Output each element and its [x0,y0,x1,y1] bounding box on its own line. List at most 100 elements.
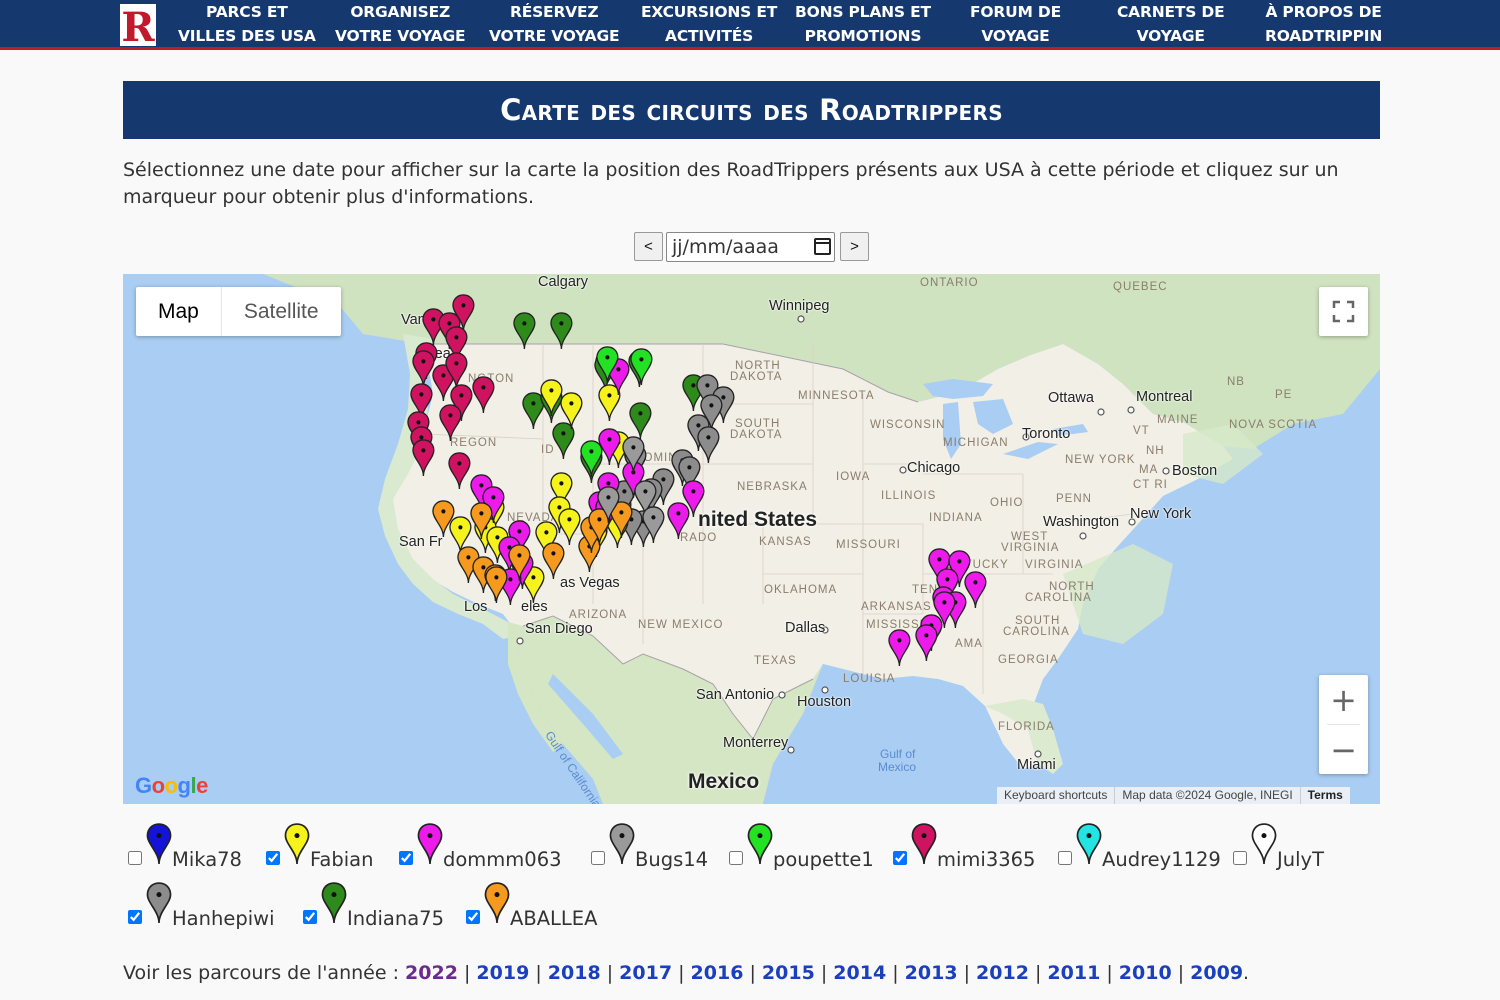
nav-item-line1: À PROPOS DE [1265,3,1382,21]
map-marker-mimi3365[interactable] [412,350,435,388]
years-prefix: Voir les parcours de l'année : [123,962,406,984]
map-marker-dommm063[interactable] [964,571,987,609]
zoom-out-button[interactable]: − [1319,725,1368,774]
nav-item-3[interactable]: EXCURSIONS ET ACTIVITÉS [641,0,777,48]
map-marker-indiana75[interactable] [629,402,652,440]
fullscreen-button[interactable] [1319,287,1368,336]
map-marker-fabian[interactable] [540,379,563,417]
year-link-2016[interactable]: 2016 [691,962,744,984]
year-separator: | [672,962,691,984]
map-attribution: Keyboard shortcuts Map data ©2024 Google… [997,787,1350,804]
legend-checkbox[interactable] [128,851,142,865]
year-separator: | [1100,962,1119,984]
map-type-map-button[interactable]: Map [136,287,222,336]
nav-item-2[interactable]: RÉSERVEZ VOTRE VOYAGE [489,0,620,48]
legend-name: Indiana75 [347,907,444,930]
year-separator: | [814,962,834,984]
map-marker-poupette1[interactable] [630,348,653,386]
legend-checkbox[interactable] [591,851,605,865]
legend-name: Bugs14 [635,848,709,871]
calendar-icon[interactable] [814,238,831,255]
map-marker-poupette1[interactable] [580,440,603,478]
map-marker-aballea[interactable] [542,542,565,580]
map-marker-dommm063[interactable] [667,502,690,540]
page-title: Carte des circuits des Roadtrippers [500,93,1003,127]
marker-pin-icon [1251,823,1277,865]
year-link-2010[interactable]: 2010 [1119,962,1172,984]
nav-item-line1: RÉSERVEZ [509,3,599,21]
keyboard-shortcuts-link[interactable]: Keyboard shortcuts [997,787,1114,804]
year-link-2009[interactable]: 2009 [1190,962,1243,984]
map-type-satellite-button[interactable]: Satellite [222,287,341,336]
marker-pin-icon [146,882,172,924]
marker-pin-icon [417,823,443,865]
legend-name: Hanhepiwi [172,907,275,930]
nav-item-line2: VILLES DES USA [178,27,316,45]
roadtrip-map[interactable]: Calgary Winnipeg ONTARIO QUEBEC Vancou S… [123,274,1380,804]
year-separator: | [1028,962,1048,984]
map-marker-aballea[interactable] [485,566,508,604]
marker-pin-icon [609,823,635,865]
legend-checkbox[interactable] [303,910,317,924]
map-marker-mimi3365[interactable] [448,452,471,490]
previous-date-button[interactable]: < [634,232,663,261]
year-link-2019[interactable]: 2019 [476,962,529,984]
map-marker-indiana75[interactable] [513,312,536,350]
legend-checkbox[interactable] [466,910,480,924]
legend-checkbox[interactable] [893,851,907,865]
nav-item-line2: ACTIVITÉS [665,27,754,45]
nav-item-7[interactable]: À PROPOS DE ROADTRIPPIN [1265,0,1382,48]
map-marker-mimi3365[interactable] [439,404,462,442]
nav-item-0[interactable]: PARCS ET VILLES DES USA [178,0,316,48]
nav-item-1[interactable]: ORGANISEZ VOTRE VOYAGE [335,0,466,48]
year-link-2022[interactable]: 2022 [405,962,458,984]
terms-link[interactable]: Terms [1299,787,1350,804]
year-link-2011[interactable]: 2011 [1047,962,1100,984]
nav-item-6[interactable]: CARNETS DE VOYAGE [1117,0,1225,48]
nav-item-line1: ORGANISEZ [350,3,451,21]
nav-item-line1: EXCURSIONS ET [641,3,778,21]
site-logo[interactable]: R [120,4,156,46]
legend-checkbox[interactable] [128,910,142,924]
year-link-2013[interactable]: 2013 [905,962,958,984]
years-suffix: . [1243,962,1250,984]
google-logo: Google [135,773,208,798]
map-marker-dommm063[interactable] [915,624,938,662]
map-marker-dommm063[interactable] [888,629,911,667]
nav-item-4[interactable]: BONS PLANS ET PROMOTIONS [795,0,931,48]
marker-pin-icon [747,823,773,865]
legend-name: mimi3365 [937,848,1036,871]
zoom-control: + − [1319,675,1368,774]
year-separator: | [957,962,977,984]
legend-checkbox[interactable] [729,851,743,865]
date-input[interactable]: jj/mm/aaaa [666,232,835,262]
year-link-2014[interactable]: 2014 [833,962,886,984]
next-date-button[interactable]: > [840,232,869,261]
legend-checkbox[interactable] [399,851,413,865]
years-links: Voir les parcours de l'année : 2022 | 20… [123,962,1249,984]
legend-name: Mika78 [172,848,242,871]
legend-name: Fabian [310,848,374,871]
map-marker-hanhepiwi[interactable] [697,426,720,464]
legend-name: Audrey1129 [1102,848,1221,871]
year-link-2015[interactable]: 2015 [762,962,815,984]
map-data-credit: Map data ©2024 Google, INEGI [1114,787,1299,804]
legend-checkbox[interactable] [1233,851,1247,865]
year-link-2012[interactable]: 2012 [976,962,1029,984]
nav-item-line1: FORUM DE [970,3,1061,21]
map-marker-fabian[interactable] [558,508,581,546]
map-type-control: Map Satellite [136,287,341,336]
map-marker-mimi3365[interactable] [472,376,495,414]
legend-name: dommm063 [443,848,562,871]
zoom-in-button[interactable]: + [1319,675,1368,724]
year-link-2018[interactable]: 2018 [548,962,601,984]
map-marker-indiana75[interactable] [550,312,573,350]
marker-pin-icon [321,882,347,924]
year-link-2017[interactable]: 2017 [619,962,672,984]
nav-item-5[interactable]: FORUM DE VOYAGE [970,0,1061,48]
legend-checkbox[interactable] [266,851,280,865]
legend-checkbox[interactable] [1058,851,1072,865]
intro-text: Sélectionnez une date pour afficher sur … [123,159,1339,208]
map-marker-mimi3365[interactable] [412,439,435,477]
map-marker-fabian[interactable] [598,384,621,422]
